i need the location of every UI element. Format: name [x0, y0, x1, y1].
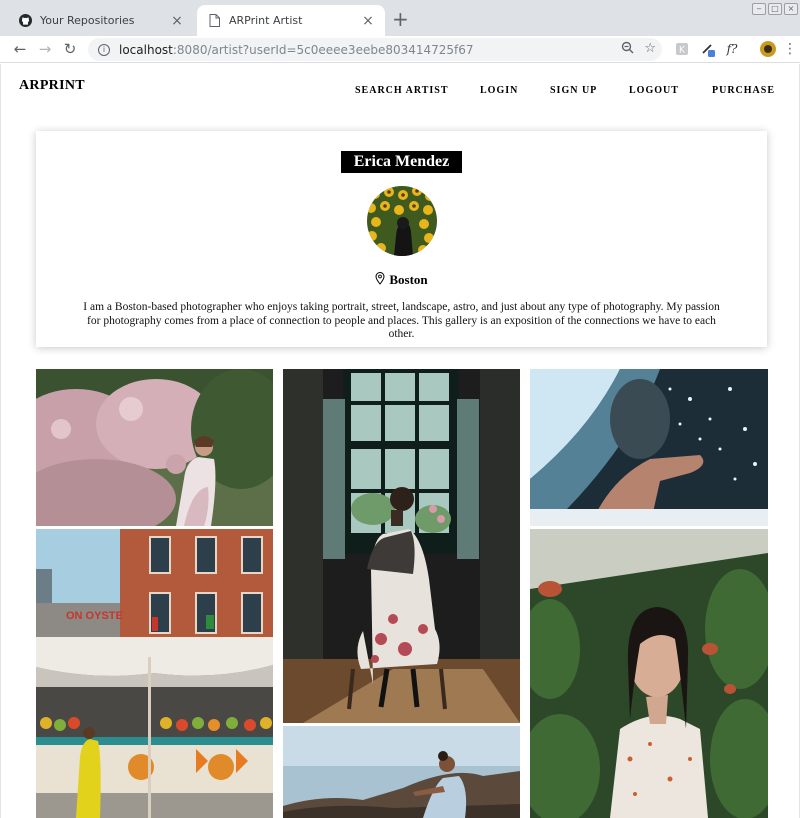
page-content: ARPRINT SEARCH ARTIST LOGIN SIGN UP LOGO…: [0, 64, 800, 818]
tab-arprint-artist[interactable]: ARPrint Artist ×: [197, 5, 385, 36]
forward-arrow-icon[interactable]: →: [35, 39, 55, 59]
artist-profile-card: Erica Mendez Boston I am a Boston-based …: [36, 131, 767, 347]
tab-title: Your Repositories: [40, 14, 135, 27]
url-path: :8080/artist?userId=5c0eeee3eebe80341472…: [172, 42, 474, 57]
svg-text:ON OYSTE: ON OYSTE: [66, 610, 123, 622]
nav-search-artist[interactable]: SEARCH ARTIST: [355, 85, 449, 96]
tab-title: ARPrint Artist: [229, 14, 303, 27]
close-window-icon[interactable]: ×: [784, 3, 798, 15]
back-arrow-icon[interactable]: ←: [10, 39, 30, 59]
gallery-photo-brick-building[interactable]: ON OYSTE: [36, 529, 273, 637]
gallery-photo-flowers-portrait[interactable]: [36, 369, 273, 526]
gallery-photo-window-silhouette[interactable]: [283, 369, 520, 723]
github-icon: [18, 14, 32, 28]
gallery-photo-fruit-market[interactable]: [36, 637, 273, 818]
artist-avatar: [367, 186, 437, 256]
nav-logout[interactable]: LOGOUT: [629, 85, 679, 96]
extension-icon[interactable]: K: [674, 41, 690, 57]
gallery-photo-plants-portrait[interactable]: [530, 529, 768, 818]
close-icon[interactable]: ×: [361, 14, 375, 28]
profile-avatar-icon[interactable]: [760, 41, 776, 57]
page-icon: [207, 14, 221, 28]
new-tab-button[interactable]: +: [392, 9, 409, 29]
nav-purchase[interactable]: PURCHASE: [712, 85, 775, 96]
artist-bio: I am a Boston-based photographer who enj…: [83, 301, 720, 340]
color-picker-icon[interactable]: [700, 41, 716, 57]
zoom-icon[interactable]: [621, 41, 634, 58]
nav-login[interactable]: LOGIN: [480, 85, 518, 96]
artist-location: Boston: [36, 272, 767, 289]
info-icon[interactable]: i: [98, 43, 110, 56]
reload-icon[interactable]: ↻: [60, 39, 80, 59]
tab-your-repositories[interactable]: Your Repositories ×: [8, 5, 194, 36]
close-icon[interactable]: ×: [170, 14, 184, 28]
browser-tabstrip: Your Repositories × ARPrint Artist × + ‒…: [0, 0, 800, 36]
location-label: Boston: [389, 272, 428, 287]
menu-kebab-icon[interactable]: ⋮: [782, 41, 798, 57]
location-pin-icon: [375, 272, 385, 289]
site-logo[interactable]: ARPRINT: [19, 78, 85, 94]
formula-extension-icon[interactable]: f?: [724, 41, 740, 57]
gallery-photo-water-hand[interactable]: [530, 369, 768, 526]
artist-name: Erica Mendez: [341, 151, 462, 173]
maximize-icon[interactable]: □: [768, 3, 782, 15]
nav-sign-up[interactable]: SIGN UP: [550, 85, 597, 96]
address-bar[interactable]: i localhost:8080/artist?userId=5c0eeee3e…: [88, 38, 662, 61]
url-host: localhost: [119, 42, 173, 57]
bookmark-star-icon[interactable]: ☆: [644, 41, 656, 58]
minimize-icon[interactable]: ‒: [752, 3, 766, 15]
gallery-photo-rocks-seaside[interactable]: [283, 726, 520, 818]
